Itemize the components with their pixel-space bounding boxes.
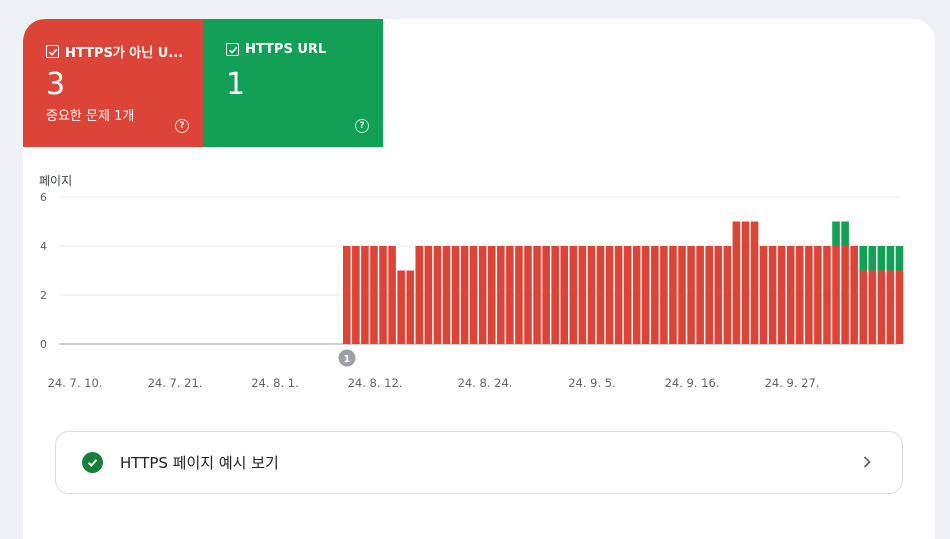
- bar-non-https: [651, 246, 659, 344]
- bar-non-https: [487, 246, 496, 344]
- bar-non-https: [596, 246, 605, 344]
- bar-https: [886, 246, 895, 271]
- bar-non-https: [569, 246, 578, 344]
- bar-non-https: [705, 246, 713, 344]
- bar-non-https: [388, 246, 396, 344]
- bar-non-https: [832, 246, 840, 344]
- bar-non-https: [777, 246, 786, 344]
- bar-non-https: [877, 270, 886, 344]
- bar-non-https: [805, 246, 813, 344]
- https-example-link[interactable]: HTTPS 페이지 예시 보기: [55, 431, 903, 494]
- bar-non-https: [605, 246, 614, 344]
- bar-non-https: [343, 246, 351, 344]
- x-tick-label: 24. 8. 24.: [458, 376, 513, 390]
- bar-non-https: [442, 246, 451, 344]
- bar-non-https: [687, 246, 695, 344]
- bar-non-https: [660, 246, 668, 344]
- bar-non-https: [669, 246, 677, 344]
- bar-non-https: [542, 246, 550, 344]
- bar-non-https: [515, 246, 523, 344]
- pages-chart: 0 2 4 6 1 24. 7. 10. 24. 7. 21. 24. 8. 1. 24. 8.…: [40, 191, 904, 390]
- bar-https: [868, 246, 877, 271]
- https-report-card: HTTPS가 아닌 U... 3 중요한 문제 1개 ? HTTPS URL 1…: [23, 19, 935, 539]
- bar-non-https: [551, 246, 559, 344]
- bar-non-https: [415, 246, 424, 344]
- bar-non-https: [560, 246, 569, 344]
- bar-non-https: [370, 246, 378, 344]
- bar-non-https: [696, 246, 704, 344]
- bar-non-https: [641, 246, 650, 344]
- annotation-label: 1: [344, 354, 351, 365]
- bar-non-https: [786, 246, 795, 344]
- bar-non-https: [397, 270, 405, 344]
- bar-non-https: [352, 246, 360, 344]
- bar-non-https: [451, 246, 460, 344]
- check-circle-icon: [82, 452, 103, 473]
- y-tick-label: 6: [40, 191, 47, 204]
- bar-non-https: [614, 246, 623, 344]
- bar-https: [895, 246, 904, 271]
- x-tick-label: 24. 8. 1.: [251, 376, 299, 390]
- bar-non-https: [723, 246, 732, 344]
- y-tick-label: 4: [40, 240, 47, 253]
- bar-non-https: [868, 270, 877, 344]
- bar-non-https: [533, 246, 541, 344]
- bar-https: [841, 221, 849, 246]
- bar-non-https: [741, 221, 750, 344]
- bar-non-https: [587, 246, 596, 344]
- bar-non-https: [814, 246, 822, 344]
- bar-non-https: [424, 246, 433, 344]
- bar-non-https: [714, 246, 723, 344]
- bar-non-https: [750, 221, 759, 344]
- bar-non-https: [886, 270, 895, 344]
- https-example-label: HTTPS 페이지 예시 보기: [120, 454, 279, 472]
- bar-non-https: [361, 246, 369, 344]
- bar-non-https: [379, 246, 387, 344]
- bar-https: [832, 221, 840, 246]
- bar-https: [859, 246, 868, 271]
- bar-non-https: [895, 270, 904, 344]
- bar-non-https: [859, 270, 868, 344]
- bar-non-https: [632, 246, 641, 344]
- x-tick-label: 24. 9. 27.: [765, 376, 820, 390]
- bar-non-https: [823, 246, 831, 344]
- y-tick-label: 2: [40, 289, 47, 302]
- x-tick-label: 24. 9. 5.: [568, 376, 616, 390]
- y-tick-label: 0: [40, 338, 47, 351]
- bar-non-https: [578, 246, 587, 344]
- bar-non-https: [678, 246, 686, 344]
- bar-non-https: [796, 246, 804, 344]
- bar-non-https: [460, 246, 469, 344]
- x-tick-label: 24. 9. 16.: [665, 376, 720, 390]
- bar-non-https: [506, 246, 514, 344]
- bar-non-https: [841, 246, 849, 344]
- x-tick-label: 24. 7. 21.: [148, 376, 203, 390]
- bar-non-https: [623, 246, 632, 344]
- bar-non-https: [469, 246, 478, 344]
- bar-non-https: [497, 246, 505, 344]
- bar-non-https: [732, 221, 741, 344]
- x-tick-label: 24. 7. 10.: [48, 376, 103, 390]
- x-tick-label: 24. 8. 12.: [348, 376, 403, 390]
- bar-non-https: [478, 246, 487, 344]
- bar-non-https: [850, 246, 858, 344]
- bar-non-https: [759, 246, 768, 344]
- bar-non-https: [524, 246, 532, 344]
- bar-non-https: [406, 270, 415, 344]
- bar-non-https: [768, 246, 777, 344]
- bar-https: [877, 246, 886, 271]
- bar-non-https: [433, 246, 442, 344]
- chevron-right-icon: [863, 456, 871, 468]
